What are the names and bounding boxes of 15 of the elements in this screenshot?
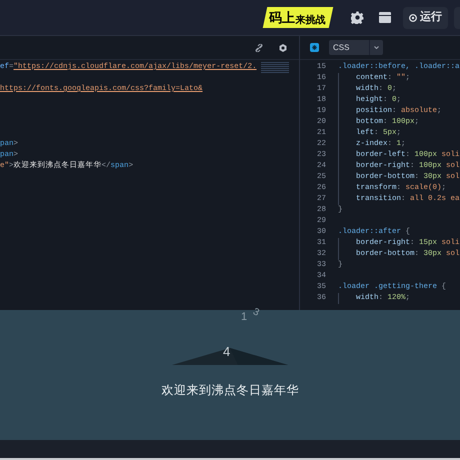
language-select[interactable]: CSS (329, 40, 383, 55)
spinning-digit: 1 (241, 312, 248, 323)
settings-icon[interactable] (279, 44, 287, 52)
chevron-down-icon (374, 46, 379, 49)
welcome-message: 欢迎来到沸点冬日嘉年华 (161, 382, 299, 399)
stage-number: 4 (223, 345, 230, 358)
link-icon[interactable] (255, 44, 263, 52)
spinning-digit: 3 (251, 307, 260, 319)
film-icon[interactable] (379, 12, 391, 23)
css-icon (310, 43, 319, 52)
logo-text: 码上 (269, 11, 295, 24)
logo-subtext: 来挑战 (295, 16, 326, 26)
play-circle-icon (409, 14, 417, 22)
settings-icon[interactable] (351, 11, 364, 24)
run-button[interactable]: 运行 (403, 6, 448, 28)
